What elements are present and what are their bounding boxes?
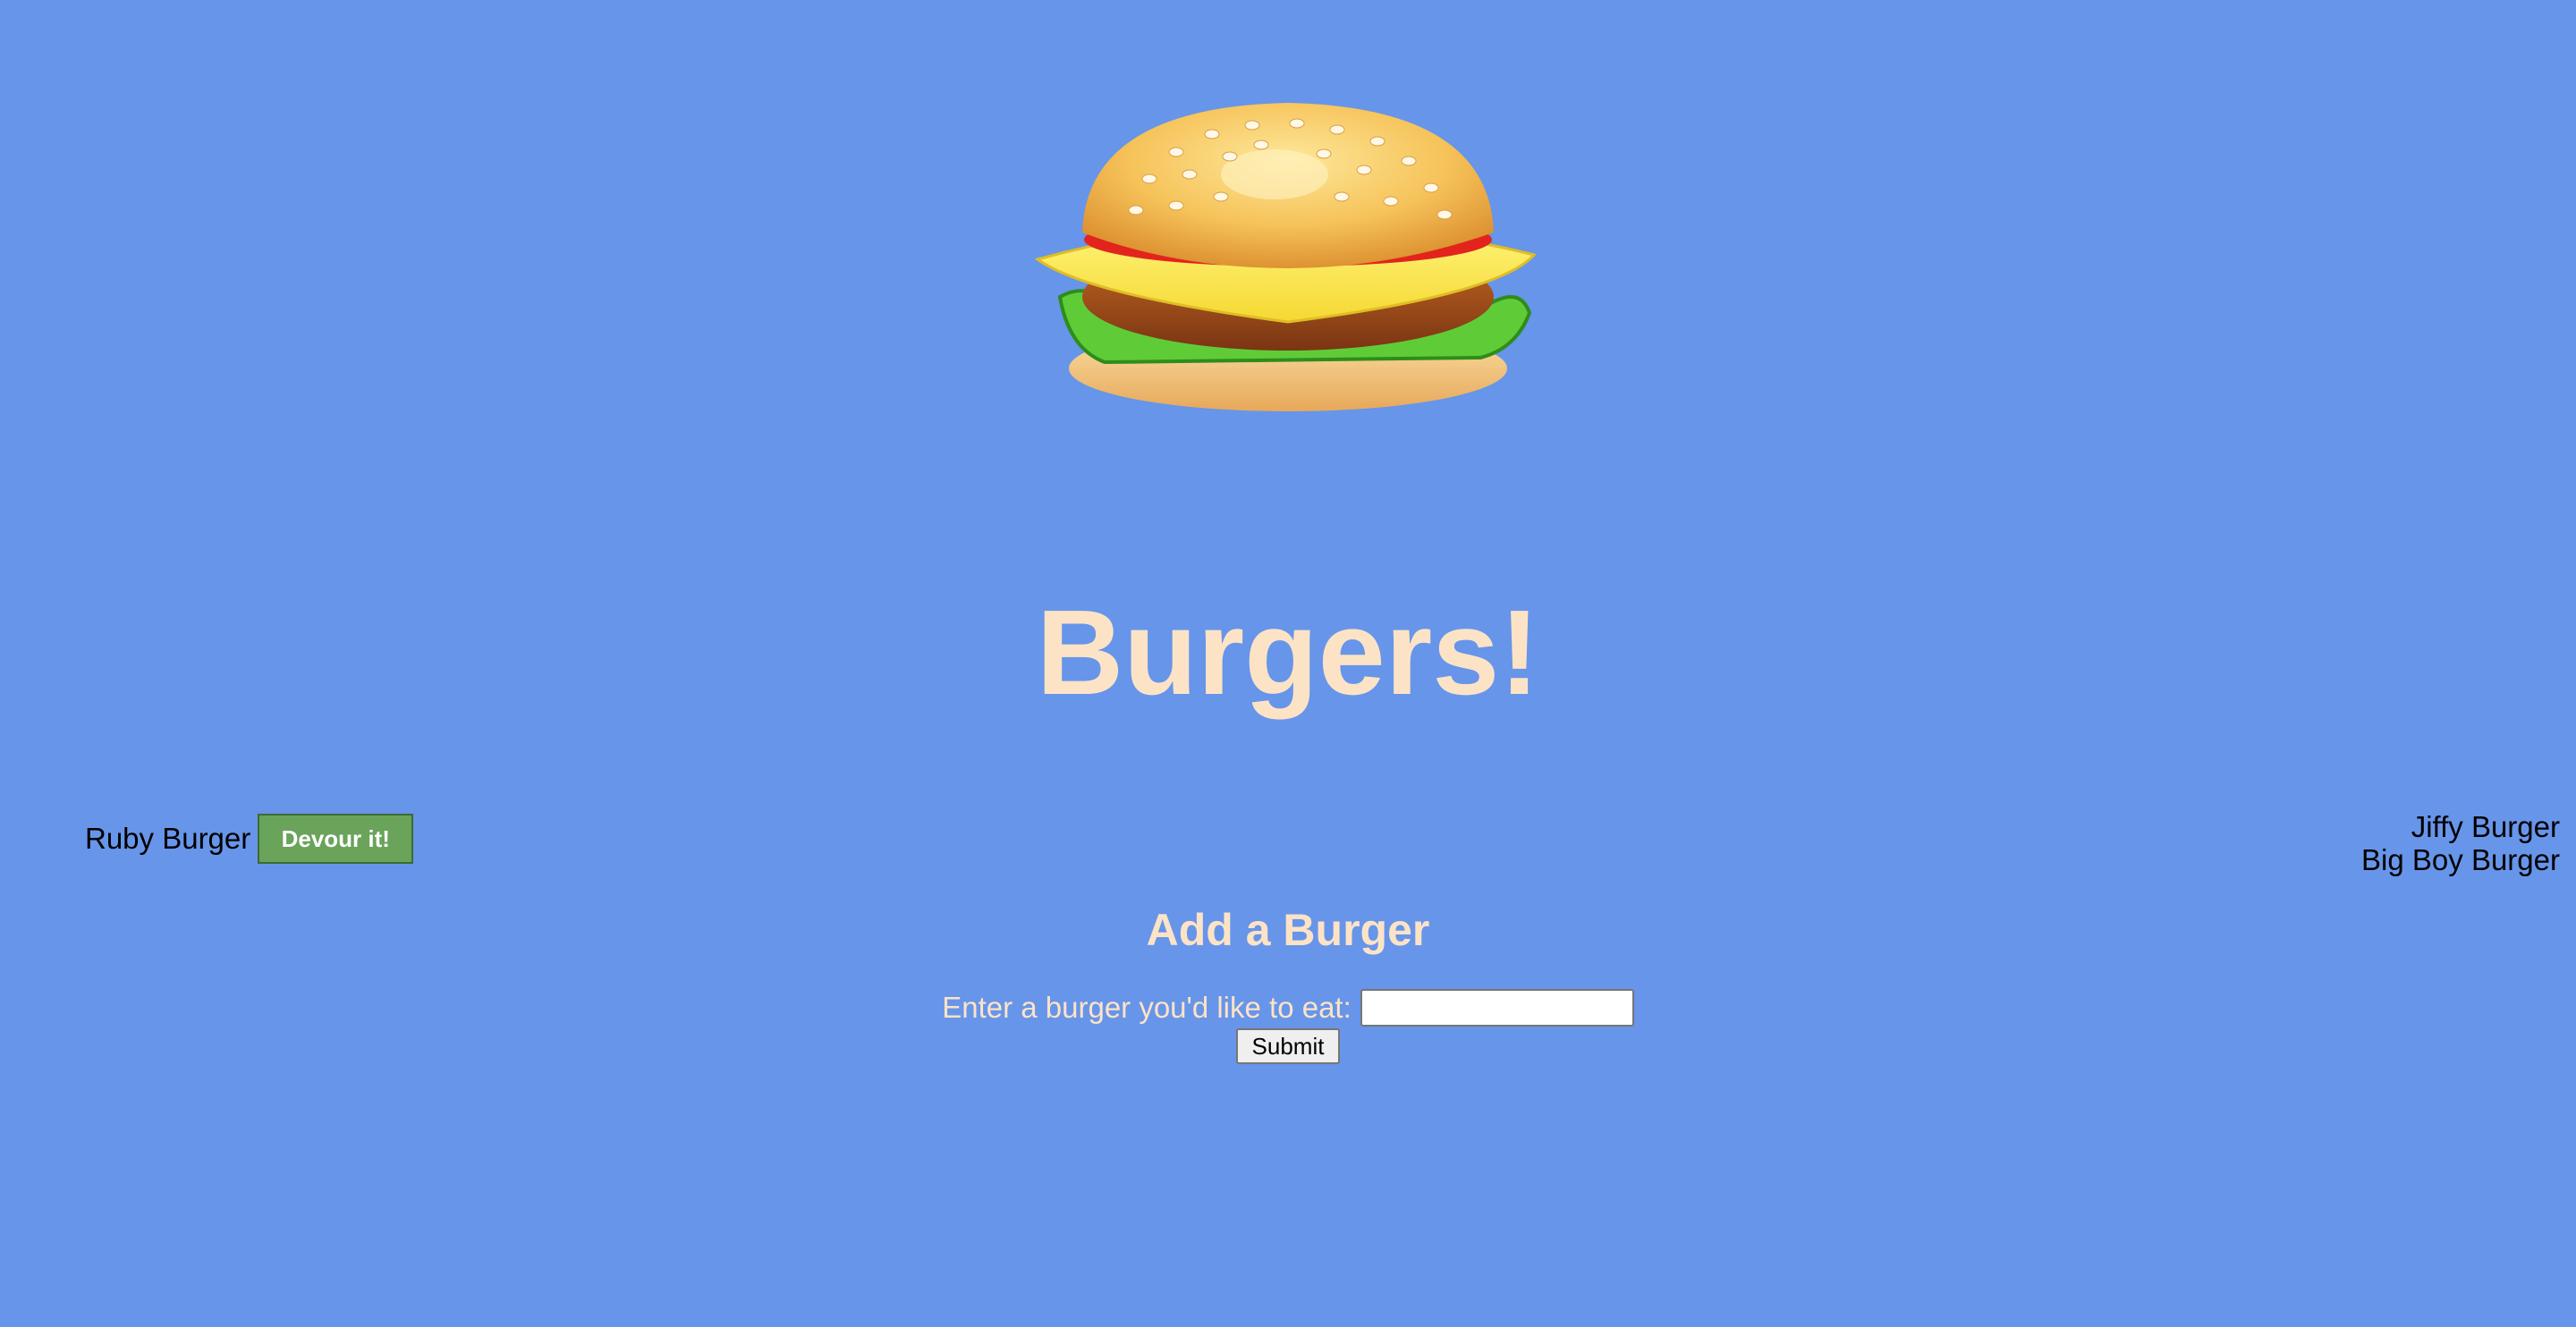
list-item: Jiffy Burger	[2411, 810, 2560, 843]
page: Burgers! Ruby Burger Devour it! Jiffy Bu…	[0, 0, 2576, 1327]
add-burger-heading: Add a Burger	[1146, 905, 1430, 955]
list-item: Ruby Burger Devour it!	[85, 814, 414, 864]
burger-icon	[1034, 103, 1537, 411]
devour-button[interactable]: Devour it!	[258, 814, 414, 864]
page-title: Burgers!	[1036, 585, 1540, 720]
burger-input-label: Enter a burger you'd like to eat:	[942, 991, 1352, 1024]
list-item: Big Boy Burger	[2361, 843, 2560, 876]
add-burger-form: Enter a burger you'd like to eat: Submit	[0, 989, 2576, 1064]
submit-button[interactable]: Submit	[1236, 1028, 1340, 1064]
submit-row: Submit	[0, 1028, 2576, 1064]
uneaten-burger-list: Ruby Burger Devour it!	[85, 814, 414, 864]
devoured-burger-list: Jiffy Burger Big Boy Burger	[2361, 810, 2560, 876]
burger-name-input[interactable]	[1360, 989, 1634, 1027]
form-row: Enter a burger you'd like to eat:	[0, 989, 2576, 1027]
burger-name: Ruby Burger	[85, 822, 251, 855]
